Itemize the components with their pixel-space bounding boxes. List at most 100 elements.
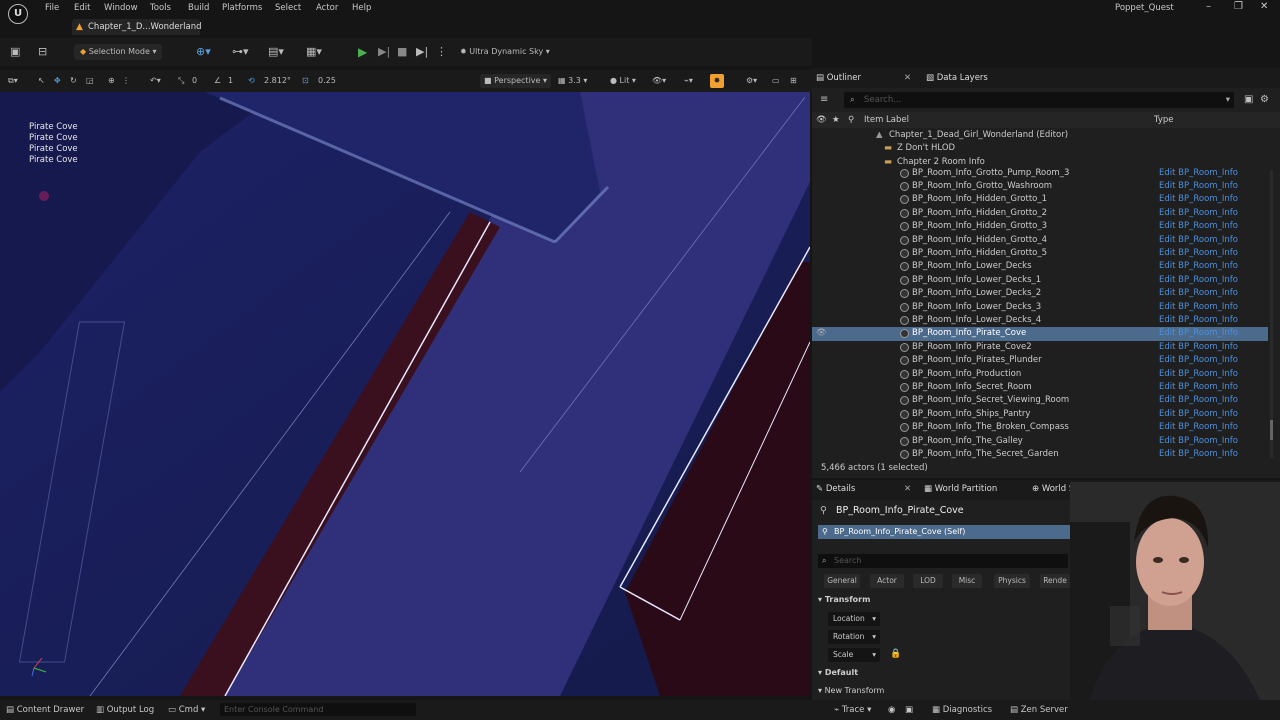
filter-icon[interactable]: ≡ [820,94,828,105]
build-icon[interactable]: ▦▾ [306,44,322,60]
add-folder-icon[interactable]: ▣ [1244,94,1253,105]
rotation-snap-value[interactable]: 2.812° [264,74,291,88]
selection-mode-dropdown[interactable]: ◆ Selection Mode ▾ [74,44,163,60]
lit-dropdown[interactable]: ● Lit ▾ [610,74,636,88]
actor-row[interactable]: BP_Room_Info_Secret_Room Edit BP_Room_Inf… [812,381,1268,394]
tab-outliner[interactable]: ▤ Outliner [816,70,861,86]
edit-blueprint-link[interactable]: Edit BP_Room_Info [1159,301,1238,314]
edit-blueprint-link[interactable]: Edit BP_Room_Info [1159,408,1238,421]
menu-build[interactable]: Build [188,3,209,13]
viewport-options-icon[interactable]: ⋮ [122,74,130,88]
browse-icon[interactable]: ⊟ [38,44,47,60]
close-details-icon[interactable]: ✕ [904,481,911,497]
details-search-input[interactable]: ⌕ Search [818,554,1068,568]
location-dropdown[interactable]: Location ▾ [828,612,880,626]
scale-snap-value[interactable]: 0.25 [318,74,336,88]
edit-blueprint-link[interactable]: Edit BP_Room_Info [1159,368,1238,381]
console-command-input[interactable]: Enter Console Command [220,703,416,716]
blueprint-icon[interactable]: ⊶▾ [232,44,249,60]
actor-row[interactable]: 👁 BP_Room_Info_Pirate_Cove Edit BP_Room_In… [812,327,1268,341]
actor-row[interactable]: BP_Room_Info_Pirate_Cove2 Edit BP_Room_In… [812,341,1268,354]
category-physics[interactable]: Physics [994,574,1030,588]
actor-row[interactable]: BP_Room_Info_The_Galley Edit BP_Room_Info [812,435,1268,448]
performance-icon[interactable]: ⌁▾ [684,74,693,88]
edit-blueprint-link[interactable]: Edit BP_Room_Info [1159,234,1238,247]
menu-actor[interactable]: Actor [316,3,338,13]
maximize-icon[interactable]: ❐ [1234,1,1243,12]
rotation-snap-icon[interactable]: ∠ [214,74,221,88]
actor-row[interactable]: BP_Room_Info_Grotto_Pump_Room_3 Edit BP_R… [812,167,1268,180]
edit-blueprint-link[interactable]: Edit BP_Room_Info [1159,220,1238,233]
tree-row[interactable]: ▲ Chapter_1_Dead_Girl_Wonderland (Editor… [812,129,1268,142]
actor-row[interactable]: BP_Room_Info_Hidden_Grotto_2 Edit BP_Room… [812,207,1268,220]
actor-row[interactable]: BP_Room_Info_Hidden_Grotto_3 Edit BP_Room… [812,220,1268,233]
col-item-label[interactable]: Item Label [864,112,909,128]
actor-row[interactable]: BP_Room_Info_Hidden_Grotto_1 Edit BP_Room… [812,193,1268,206]
category-lod[interactable]: LOD [913,574,943,588]
menu-help[interactable]: Help [352,3,371,13]
edit-blueprint-link[interactable]: Edit BP_Room_Info [1159,354,1238,367]
realtime-icon[interactable]: ✸ [710,74,724,88]
edit-blueprint-link[interactable]: Edit BP_Room_Info [1159,207,1238,220]
category-actor[interactable]: Actor [870,574,904,588]
transform-section[interactable]: ▾ Transform [818,595,870,604]
camera-speed-dropdown[interactable]: ▦ 3.3 ▾ [558,74,587,88]
grid-snap-icon[interactable]: ⤡ [178,74,184,88]
lock-column-icon[interactable]: ⚲ [848,112,854,128]
scale-dropdown[interactable]: Scale ▾ [828,648,880,662]
world-space-icon[interactable]: ⊕ [108,74,115,88]
angle-value[interactable]: 1 [228,74,233,88]
trace-dropdown[interactable]: ⌁ Trace ▾ [834,703,871,717]
actor-row[interactable]: BP_Room_Info_Lower_Decks_3 Edit BP_Room_I… [812,301,1268,314]
visibility-column-icon[interactable]: 👁 [816,112,827,128]
perspective-dropdown[interactable]: ■ Perspective ▾ [480,74,552,88]
play-button[interactable]: ▶ [358,44,367,60]
actor-row[interactable]: BP_Room_Info_Production Edit BP_Room_Info [812,368,1268,381]
edit-blueprint-link[interactable]: Edit BP_Room_Info [1159,435,1238,448]
category-rendering[interactable]: Rende [1040,574,1070,588]
edit-blueprint-link[interactable]: Edit BP_Room_Info [1159,260,1238,273]
actor-row[interactable]: BP_Room_Info_Lower_Decks_1 Edit BP_Room_I… [812,274,1268,287]
actor-row[interactable]: BP_Room_Info_Pirates_Plunder Edit BP_Room… [812,354,1268,367]
actor-row[interactable]: BP_Room_Info_Hidden_Grotto_4 Edit BP_Room… [812,234,1268,247]
actor-row[interactable]: BP_Room_Info_The_Broken_Compass Edit BP_R… [812,421,1268,434]
step-button[interactable]: ▶| [378,44,390,60]
col-type[interactable]: Type [1154,112,1174,128]
edit-blueprint-link[interactable]: Edit BP_Room_Info [1159,274,1238,287]
close-outliner-icon[interactable]: ✕ [904,70,911,86]
actor-row[interactable]: BP_Room_Info_Grotto_Washroom Edit BP_Room… [812,180,1268,193]
scale-snap-icon[interactable]: ⊡ [302,74,309,88]
menu-tools[interactable]: Tools [150,3,171,13]
screenshot-icon[interactable]: ▣ [905,703,913,717]
grid-snap-value[interactable]: 0 [192,74,197,88]
level-tab[interactable]: ▲ Chapter_1_D...Wonderland [72,19,202,35]
edit-blueprint-link[interactable]: Edit BP_Room_Info [1159,394,1238,407]
edit-blueprint-link[interactable]: Edit BP_Room_Info [1159,287,1238,300]
viewport-menu-icon[interactable]: ⧉▾ [8,74,18,88]
select-tool-icon[interactable]: ↖ [38,74,45,88]
rotation-dropdown[interactable]: Rotation ▾ [828,630,880,644]
edit-blueprint-link[interactable]: Edit BP_Room_Info [1159,381,1238,394]
minimize-icon[interactable]: – [1206,1,1211,12]
actor-row[interactable]: BP_Room_Info_Lower_Decks Edit BP_Room_Inf… [812,260,1268,273]
lock-icon[interactable]: 🔒 [890,649,901,659]
rotate-tool-icon[interactable]: ↻ [70,74,77,88]
output-log-button[interactable]: ▥ Output Log [96,703,154,717]
menu-edit[interactable]: Edit [74,3,90,13]
save-icon[interactable]: ▣ [10,44,20,60]
unreal-logo-icon[interactable]: U [8,4,28,24]
record-icon[interactable]: ◉ [888,703,895,717]
actor-row[interactable]: BP_Room_Info_The_Secret_Garden Edit BP_Ro… [812,448,1268,461]
actor-row[interactable]: BP_Room_Info_Lower_Decks_4 Edit BP_Room_I… [812,314,1268,327]
tab-details[interactable]: ✎ Details [816,481,855,497]
visibility-icon[interactable]: 👁 [816,327,827,340]
edit-blueprint-link[interactable]: Edit BP_Room_Info [1159,247,1238,260]
edit-blueprint-link[interactable]: Edit BP_Room_Info [1159,167,1238,180]
chevron-down-icon[interactable]: ▾ [1226,92,1230,108]
edit-blueprint-link[interactable]: Edit BP_Room_Info [1159,448,1238,461]
outliner-search-input[interactable]: ⌕ Search... ▾ [844,92,1234,108]
zen-server-button[interactable]: ▤ Zen Server [1010,703,1068,717]
maximize-viewport-icon[interactable]: ⊞ [790,74,797,88]
sky-dropdown[interactable]: ✹ Ultra Dynamic Sky ▾ [460,44,550,60]
surface-snap-icon[interactable]: ↶▾ [150,74,161,88]
